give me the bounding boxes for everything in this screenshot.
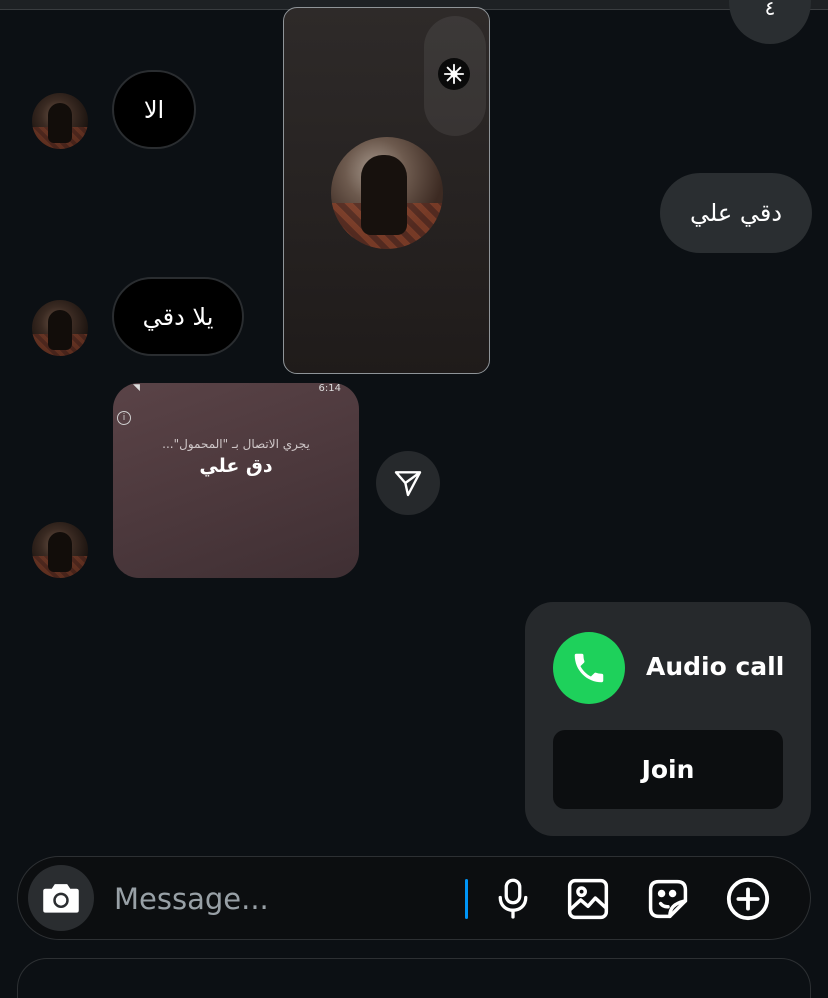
camera-icon [43, 884, 79, 913]
message-text: الا [143, 95, 165, 124]
incoming-message-bubble[interactable]: يلا دقي [112, 277, 244, 356]
sender-avatar[interactable] [32, 93, 88, 149]
outgoing-message-bubble-partial: ٤ [729, 0, 811, 44]
gallery-button[interactable] [564, 875, 612, 923]
join-call-button[interactable]: Join [553, 730, 783, 809]
calling-contact-name: دق علي [199, 455, 273, 477]
image-icon [567, 878, 609, 920]
message-text: يلا دقي [142, 302, 214, 331]
message-text: دقي علي [689, 199, 783, 227]
message-input[interactable] [112, 877, 416, 921]
send-paper-plane-icon [394, 471, 422, 497]
incoming-message-bubble[interactable]: الا [112, 70, 196, 149]
more-options-button[interactable] [724, 875, 772, 923]
info-icon: i [117, 411, 131, 425]
effects-sparkle-icon[interactable] [438, 58, 470, 90]
text-cursor [465, 879, 468, 919]
status-bar-time: 6:14 [318, 383, 341, 394]
message-composer [17, 856, 811, 940]
sticker-icon [648, 879, 688, 919]
outgoing-message-bubble[interactable]: دقي علي [660, 173, 812, 253]
video-participant-avatar [331, 137, 443, 249]
audio-call-card: Audio call Join [525, 602, 811, 836]
calling-status-text: يجري الاتصال بـ "المحمول"... [162, 437, 310, 451]
plus-circle-icon [726, 877, 770, 921]
microphone-button[interactable] [489, 875, 537, 923]
phone-icon [553, 632, 625, 704]
call-type-label: Audio call [646, 652, 785, 681]
microphone-icon [498, 878, 528, 919]
sticker-button[interactable] [644, 875, 692, 923]
sender-avatar[interactable] [32, 522, 88, 578]
camera-button[interactable] [28, 865, 94, 931]
shared-screenshot-image[interactable]: ◥ 6:14 i يجري الاتصال بـ "المحمول"... دق… [113, 383, 359, 578]
message-text: ٤ [764, 0, 776, 20]
wifi-icon: ◥ [133, 383, 140, 393]
bottom-navigation-edge [17, 958, 811, 998]
sender-avatar[interactable] [32, 300, 88, 356]
share-button[interactable] [376, 451, 440, 515]
video-call-preview-card[interactable] [283, 7, 490, 374]
